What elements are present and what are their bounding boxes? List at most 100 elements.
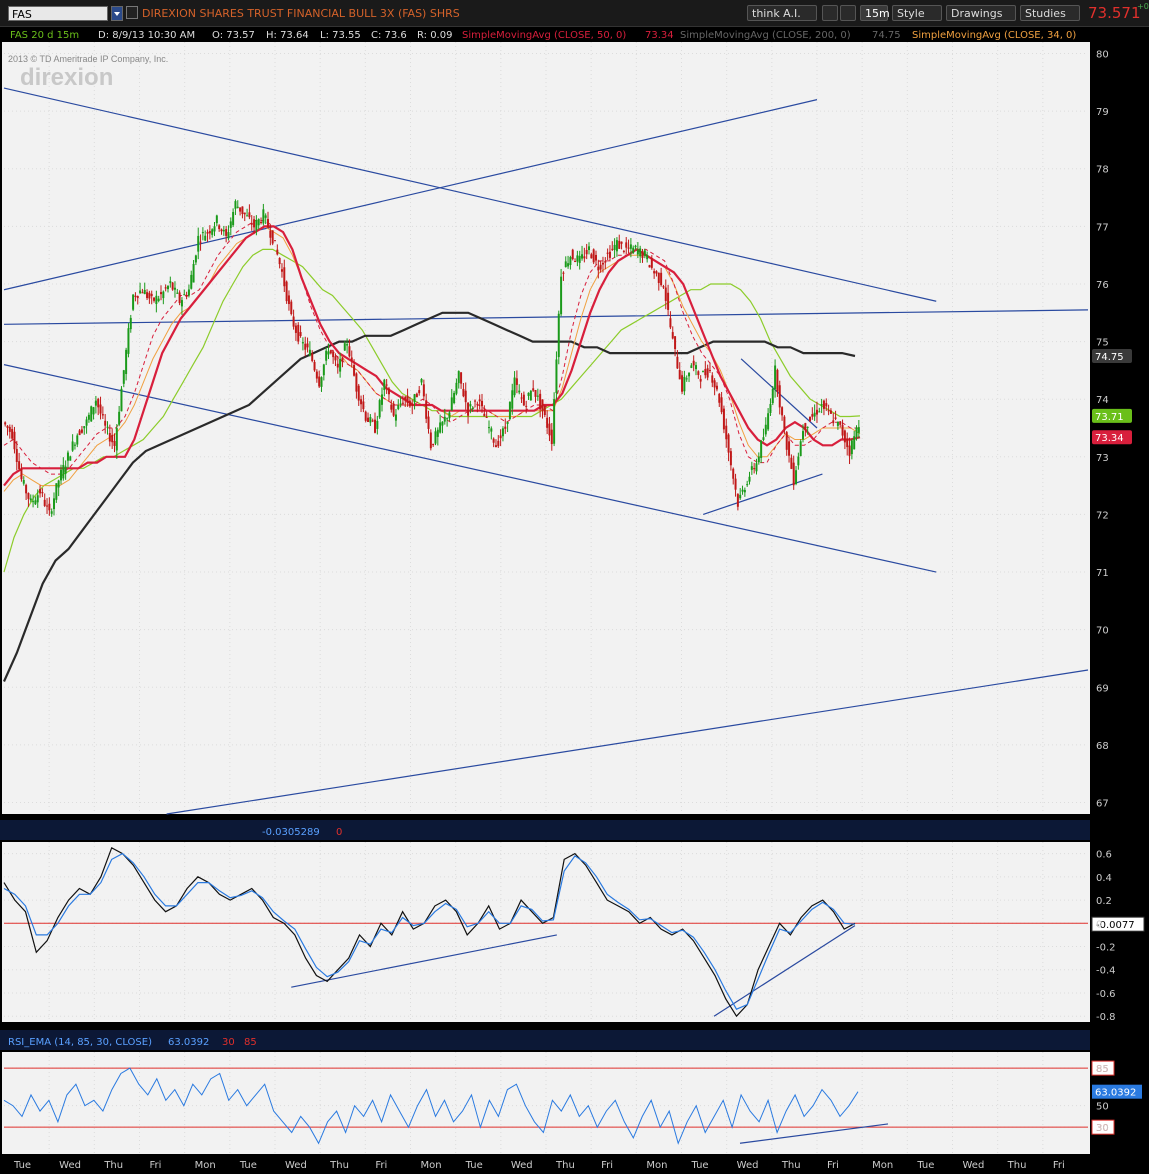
candle-body xyxy=(834,417,837,419)
candle-body xyxy=(101,414,104,416)
chart-area[interactable]: 74.75 73.71 73.34 67 68 69 70 71 72 73 74 75 76 77 78… xyxy=(0,27,1149,1174)
candle-body xyxy=(527,392,530,396)
rsi-axis: 85 50 30 xyxy=(1096,1064,1109,1134)
candle-body xyxy=(727,434,730,453)
candle-body xyxy=(464,390,467,403)
candle-body xyxy=(797,456,800,466)
candle-body xyxy=(129,317,132,330)
wrench-icon[interactable] xyxy=(840,5,856,21)
candle-body xyxy=(367,417,370,422)
candle-body xyxy=(297,324,300,342)
candle-body xyxy=(169,281,172,284)
candle-body xyxy=(187,289,190,296)
candle-body xyxy=(641,251,644,258)
candle-body xyxy=(20,469,23,480)
candle-body xyxy=(425,400,428,419)
candle-body xyxy=(664,287,667,301)
candle-body xyxy=(178,292,181,304)
y-tick-label: 75 xyxy=(1096,338,1109,349)
candle-body xyxy=(332,351,335,358)
candle-body xyxy=(222,229,225,232)
candle-body xyxy=(422,384,425,397)
candle-body xyxy=(264,215,267,218)
candle-body xyxy=(774,365,777,390)
y-tick-label: -0.6 xyxy=(1096,989,1116,1000)
candle-body xyxy=(494,445,497,448)
settings-icon[interactable] xyxy=(822,5,838,21)
candle-body xyxy=(160,292,163,295)
candle-body xyxy=(325,350,328,361)
x-tick-label: Wed xyxy=(511,1160,533,1171)
candle-body xyxy=(792,462,795,486)
style-button[interactable]: Style xyxy=(892,5,942,21)
candle-body xyxy=(336,363,339,368)
candle-body xyxy=(301,342,304,344)
candle-body xyxy=(808,416,811,422)
x-tick-label: Fri xyxy=(601,1160,613,1171)
candle-body xyxy=(327,351,330,355)
sma200-value: 74.75 xyxy=(872,30,901,41)
candle-body xyxy=(234,201,237,209)
candle-body xyxy=(818,411,821,413)
candle-body xyxy=(560,276,563,315)
candle-body xyxy=(292,316,295,327)
candle-body xyxy=(497,440,500,447)
candle-body xyxy=(255,220,258,231)
x-tick-label: Thu xyxy=(103,1160,123,1171)
symbol-input[interactable]: FAS xyxy=(8,6,108,21)
symbol-dropdown-icon[interactable] xyxy=(111,6,123,21)
candle-body xyxy=(764,424,767,435)
candle-body xyxy=(106,426,109,428)
candle-body xyxy=(341,357,344,362)
candle-body xyxy=(315,371,318,379)
candle-body xyxy=(804,423,807,431)
candle-body xyxy=(739,494,742,499)
direxion-logo: direxion xyxy=(20,64,113,91)
candle-body xyxy=(369,417,372,423)
candle-body xyxy=(364,411,367,421)
candle-body xyxy=(625,242,628,248)
candle-body xyxy=(690,365,693,368)
candle-body xyxy=(481,400,484,407)
y-tick-label: 79 xyxy=(1096,107,1109,118)
y-tick-label: 80 xyxy=(1096,50,1109,61)
think-ai-button[interactable]: think A.I. xyxy=(747,5,817,21)
drawings-button[interactable]: Drawings xyxy=(946,5,1016,21)
candle-body xyxy=(755,463,758,472)
candle-body xyxy=(534,390,537,397)
candle-body xyxy=(590,254,593,259)
candle-body xyxy=(378,400,381,418)
link-icon[interactable] xyxy=(126,6,138,19)
candle-body xyxy=(194,255,197,263)
style-label: Style xyxy=(897,7,925,20)
candle-body xyxy=(25,485,28,494)
candle-body xyxy=(692,360,695,366)
candle-body xyxy=(685,378,688,380)
candle-body xyxy=(185,295,188,297)
candle-body xyxy=(655,271,658,274)
candle-body xyxy=(585,249,588,255)
candle-body xyxy=(50,511,53,514)
price-label-text: 73.34 xyxy=(1095,433,1124,444)
x-tick-label: Thu xyxy=(781,1160,801,1171)
interval-button[interactable]: 15m xyxy=(860,5,890,21)
candle-body xyxy=(374,419,377,433)
rsi-upper: 85 xyxy=(244,1037,257,1048)
candle-body xyxy=(462,388,465,397)
candle-body xyxy=(536,395,539,397)
candle-body xyxy=(313,361,316,371)
studies-button[interactable]: Studies xyxy=(1020,5,1080,21)
candle-body xyxy=(674,336,677,350)
rsi-label: RSI_EMA (14, 85, 30, CLOSE) xyxy=(8,1037,152,1048)
candle-body xyxy=(453,392,456,404)
x-tick-label: Tue xyxy=(916,1160,934,1171)
symbol-description: DIREXION SHARES TRUST FINANCIAL BULL 3X … xyxy=(142,7,460,20)
candle-body xyxy=(541,399,544,412)
y-tick-label: 0.4 xyxy=(1096,873,1112,884)
candle-body xyxy=(43,499,46,506)
candle-body xyxy=(125,349,128,375)
candle-body xyxy=(108,433,111,442)
candle-body xyxy=(627,247,630,249)
candle-body xyxy=(139,290,142,294)
candle-body xyxy=(236,206,239,208)
